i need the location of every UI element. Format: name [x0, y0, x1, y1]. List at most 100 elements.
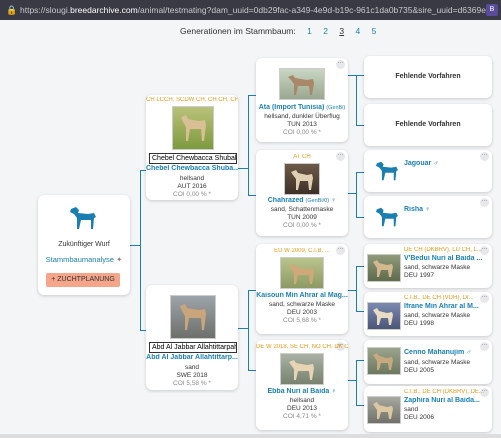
connector — [238, 328, 248, 329]
ancestor-photo[interactable] — [367, 302, 401, 330]
ancestor-photo[interactable] — [280, 353, 324, 385]
ancestor-country-year: DEU 2013 — [287, 405, 317, 412]
ancestor-name[interactable]: Ebba Nuri al Baida ♀ — [256, 388, 348, 395]
ancestor-card[interactable]: ··· EU W 2009, C.I.B, ... Kaisoun Min Ah… — [256, 244, 348, 334]
ancestor-card[interactable]: ··· Ata (Import Tunisia) (GenBi) hellsan… — [256, 58, 348, 142]
ancestor-name[interactable]: Ata (Import Tunisia) (GenBi) — [256, 104, 348, 111]
ancestor-name[interactable]: Ifrane Min Ahrar al M... — [404, 303, 490, 310]
more-options-icon[interactable]: ··· — [480, 198, 489, 207]
dam-card[interactable]: Abd Al Jabbar Allahtittarpahr Abd Al Jab… — [146, 285, 238, 390]
connector — [348, 75, 356, 76]
more-options-icon[interactable]: ··· — [480, 152, 489, 161]
ancestor-coi: COI 0,00 % * — [283, 129, 321, 136]
dam-color: sand — [184, 364, 200, 371]
dog-photo-icon — [181, 115, 206, 141]
ancestor-color: hellsand — [289, 397, 315, 404]
female-icon: ♀ — [425, 206, 431, 213]
connector — [356, 405, 364, 406]
ancestor-card[interactable]: ··· DE W 2018, SE CH, NO CH, DK CH ... E… — [256, 340, 348, 430]
ancestor-name[interactable]: Jagouar ♂ — [404, 160, 438, 167]
connector — [248, 290, 249, 370]
ancestor-name[interactable]: V'Bedui Nuri al Baida ... — [404, 255, 490, 262]
extension-icon[interactable]: B — [486, 4, 498, 16]
connector — [356, 360, 364, 361]
connector — [356, 125, 364, 126]
sire-card[interactable]: CH LCCH, SCDW CH, CH CH, CH ... Chebel C… — [146, 95, 238, 200]
connector — [248, 95, 249, 195]
dog-silhouette-icon — [376, 161, 398, 181]
url-rest: /animal/testmating?dam_uuid=0db29fac-a34… — [137, 5, 490, 15]
connector — [348, 290, 356, 291]
url-text[interactable]: https://slougi.breedarchive.com/animal/t… — [20, 5, 490, 15]
ancestor-color: sand, schwarze Maske — [404, 264, 471, 271]
ancestor-titles: AT CH — [293, 154, 311, 160]
horizontal-scrollbar[interactable] — [0, 434, 501, 438]
ancestor-card[interactable]: ··· Jagouar ♂ — [364, 150, 492, 192]
ancestor-name[interactable]: Risha ♀ — [404, 206, 430, 213]
ancestor-country-year: TUN 2009 — [287, 214, 317, 221]
sire-photo[interactable] — [172, 106, 214, 150]
connector — [356, 266, 364, 267]
ancestor-photo[interactable] — [279, 68, 325, 100]
ancestor-card[interactable]: ··· C.I.B., DE CH (DKBRV), DE... Zaphira… — [364, 386, 492, 432]
generation-option-3[interactable]: 3 — [339, 26, 344, 36]
ancestor-card[interactable]: ··· DE CH (DKBRV), LU CH, L... V'Bedui N… — [364, 244, 492, 288]
dam-photo[interactable] — [170, 295, 216, 339]
ancestor-name-text: Cenno Mahanujim — [404, 349, 465, 356]
dog-silhouette-icon — [70, 207, 96, 229]
dog-photo-icon — [288, 75, 314, 95]
sire-coi: COI 0,00 % * — [173, 191, 211, 198]
ancestor-name-text: Ebba Nuri al Baida — [267, 388, 330, 395]
connector — [248, 195, 256, 196]
dam-name-tooltip: Abd Al Jabbar Allahtittarpahr — [149, 342, 237, 353]
missing-ancestor-card: Fehlende Vorfahren — [364, 104, 492, 146]
dog-photo-icon — [373, 260, 393, 277]
ancestor-name[interactable]: Kaisoun Min Ahrar al Mag... — [256, 292, 348, 299]
generation-option-2[interactable]: 2 — [323, 26, 328, 36]
male-icon: ♂ — [466, 349, 472, 356]
pedigree-analysis-text: Stammbaumanalyse — [45, 255, 114, 264]
ancestor-country-year: DEU 2006 — [404, 414, 434, 421]
generation-option-5[interactable]: 5 — [372, 26, 377, 36]
ancestor-name[interactable]: Chahrazed (GenBi/0) ♀ — [256, 197, 348, 204]
ancestor-card[interactable]: ··· Cenno Mahanujim ♂ sand, schwarze Mas… — [364, 340, 492, 384]
dam-coi: COI 5,58 % * — [173, 380, 211, 387]
ancestor-coi: COI 0,00 % * — [283, 222, 321, 229]
ancestor-photo[interactable] — [367, 254, 401, 282]
ancestor-coi: COI 5,68 % * — [283, 317, 321, 324]
generation-option-1[interactable]: 1 — [307, 26, 312, 36]
ancestor-color: sand, schwarze Maske — [268, 301, 336, 308]
missing-ancestors-label: Fehlende Vorfahren — [395, 121, 461, 128]
ancestor-photo[interactable] — [284, 163, 320, 195]
browser-url-bar[interactable]: 🔒 https://slougi.breedarchive.com/animal… — [0, 0, 501, 20]
generation-label: Generationen im Stammbaum: — [180, 26, 296, 36]
ancestor-name-text: Risha — [404, 206, 424, 213]
pedigree-analysis-link[interactable]: Stammbaumanalyse ✦ — [38, 255, 130, 264]
generation-option-4[interactable]: 4 — [355, 26, 360, 36]
ancestor-photo[interactable] — [367, 347, 401, 375]
ancestor-name[interactable]: Zaphira Nuri al Baida... — [404, 397, 490, 404]
sire-name-tooltip: Chebel Chewbacca Shubah a — [149, 153, 237, 164]
ancestor-card[interactable]: ··· C.I.B., DE CH (VDH), Dr... Ifrane Mi… — [364, 292, 492, 336]
ancestor-card[interactable]: ··· AT CH Chahrazed (GenBi/0) ♀ sand, Sc… — [256, 150, 348, 236]
url-prefix: https://slougi. — [20, 5, 71, 15]
ancestor-name-text: Ata (Import Tunisia) — [258, 104, 325, 111]
ancestor-photo[interactable] — [367, 396, 401, 424]
sire-name[interactable]: Chebel Chewbacca Shuba... — [146, 165, 238, 172]
connector — [248, 290, 256, 291]
future-litter-label: Zukünftiger Wurf — [58, 241, 110, 248]
connector — [348, 193, 356, 194]
more-options-icon[interactable]: ··· — [336, 60, 345, 69]
ancestor-name[interactable]: Cenno Mahanujim ♂ — [404, 349, 490, 356]
breeding-planning-button[interactable]: + ZUCHTPLANUNG — [46, 273, 120, 287]
ancestor-photo[interactable] — [280, 257, 324, 289]
ancestor-color: sand, schwarze Maske — [404, 359, 471, 366]
missing-ancestor-card: Fehlende Vorfahren — [364, 56, 492, 98]
connector — [356, 75, 364, 76]
connector — [248, 370, 256, 371]
ancestor-color: sand — [404, 406, 419, 413]
connector — [356, 360, 357, 405]
dam-name[interactable]: Abd Al Jabbar Allahtittarp... — [146, 354, 238, 361]
ancestor-card[interactable]: ··· Risha ♀ — [364, 196, 492, 238]
ancestor-color: sand, Schattenmaske — [270, 206, 334, 213]
